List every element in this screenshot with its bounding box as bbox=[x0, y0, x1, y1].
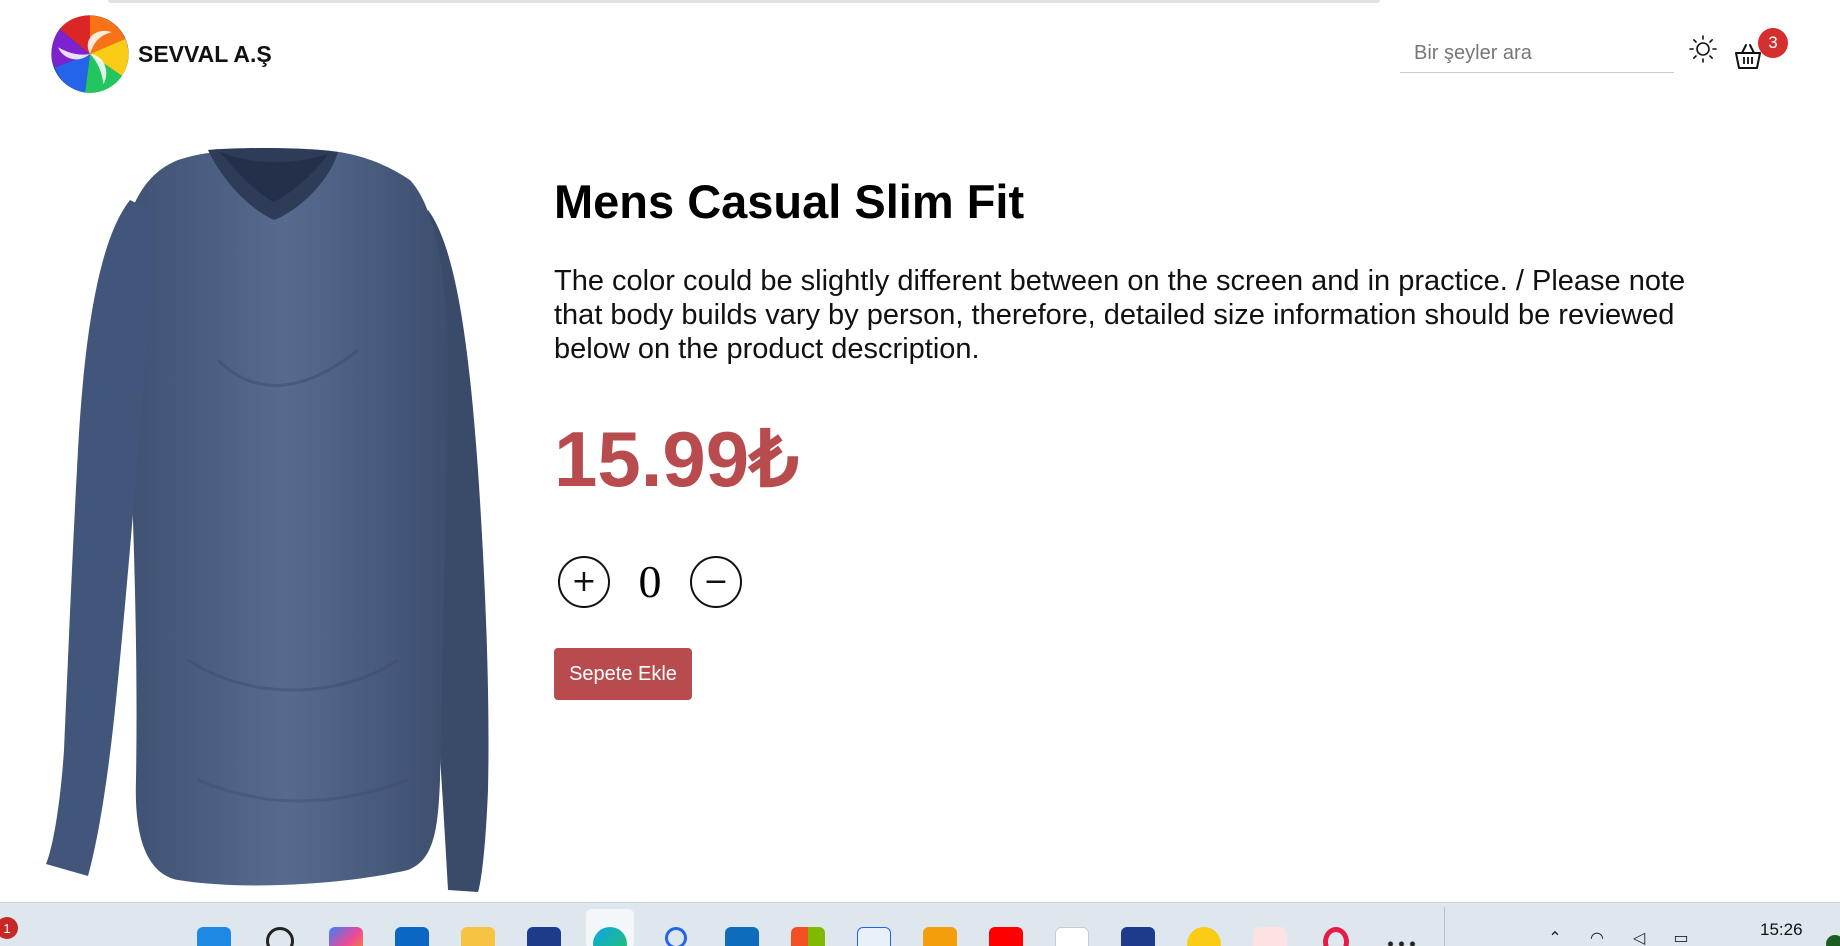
product-details: Mens Casual Slim Fit The color could be … bbox=[554, 170, 1754, 366]
plus-icon: + bbox=[571, 563, 597, 599]
product-price: 15.99₺ bbox=[554, 415, 799, 503]
isu-icon[interactable] bbox=[850, 909, 898, 946]
edge-icon[interactable] bbox=[586, 909, 634, 946]
quantity-stepper: + 0 − bbox=[558, 555, 742, 608]
product-image bbox=[46, 148, 489, 892]
web-app-icon[interactable] bbox=[1048, 909, 1096, 946]
windows-start-icon[interactable] bbox=[190, 909, 238, 946]
quantity-value: 0 bbox=[638, 556, 662, 607]
youtube-icon[interactable] bbox=[982, 909, 1030, 946]
chevron-up-icon[interactable]: ⌃ bbox=[1544, 927, 1566, 946]
decrease-quantity-button[interactable]: − bbox=[690, 555, 742, 608]
taskbar-clock[interactable]: 15:26 bbox=[1760, 920, 1803, 940]
linkedin-icon[interactable] bbox=[388, 909, 436, 946]
wifi-icon[interactable]: ◠ bbox=[1586, 927, 1608, 946]
brand-logo-icon bbox=[51, 15, 129, 93]
opera-icon[interactable] bbox=[1312, 909, 1360, 946]
increase-quantity-button[interactable]: + bbox=[558, 555, 610, 608]
search-icon[interactable] bbox=[256, 909, 304, 946]
product-description: The color could be slightly different be… bbox=[554, 265, 1686, 365]
battery-icon[interactable]: ▭ bbox=[1670, 927, 1692, 946]
app-l-icon[interactable] bbox=[520, 909, 568, 946]
volume-icon[interactable]: ◁ bbox=[1628, 927, 1650, 946]
brand-name: SEVVAL A.Ş bbox=[138, 40, 272, 67]
add-to-cart-button[interactable]: Sepete Ekle bbox=[554, 648, 692, 700]
notification-badge: 1 bbox=[0, 917, 18, 939]
search-app-icon[interactable] bbox=[652, 909, 700, 946]
product-title: Mens Casual Slim Fit bbox=[554, 175, 1025, 228]
sun-icon bbox=[1689, 35, 1717, 63]
system-tray: ⌃ ◠ ◁ ▭ bbox=[1544, 927, 1692, 946]
notes-icon[interactable] bbox=[916, 909, 964, 946]
taskbar-divider bbox=[1444, 907, 1445, 946]
search-input[interactable] bbox=[1400, 34, 1674, 73]
copilot-icon[interactable] bbox=[322, 909, 370, 946]
site-header: SEVVAL A.Ş Bir şeyler ara 3 bbox=[0, 0, 1840, 104]
microsoft-store-icon[interactable] bbox=[784, 909, 832, 946]
app-c-icon[interactable] bbox=[1246, 909, 1294, 946]
brand[interactable]: SEVVAL A.Ş bbox=[48, 12, 272, 96]
app-h-icon[interactable] bbox=[1180, 909, 1228, 946]
windows-taskbar: 1 ⌃ ◠ ◁ ▭ 15:26 bbox=[0, 902, 1840, 946]
outlook-icon[interactable] bbox=[718, 909, 766, 946]
taskbar-apps bbox=[190, 909, 1426, 946]
more-apps-icon[interactable] bbox=[1378, 909, 1426, 946]
file-explorer-icon[interactable] bbox=[454, 909, 502, 946]
app-triangles-icon[interactable] bbox=[1114, 909, 1162, 946]
page: SEVVAL A.Ş Bir şeyler ara 3 Mens Casual … bbox=[0, 0, 1840, 946]
minus-icon: − bbox=[703, 563, 729, 599]
status-dot-icon[interactable] bbox=[1826, 935, 1840, 946]
theme-toggle-button[interactable] bbox=[1688, 34, 1718, 64]
cart-count-badge: 3 bbox=[1758, 28, 1788, 58]
